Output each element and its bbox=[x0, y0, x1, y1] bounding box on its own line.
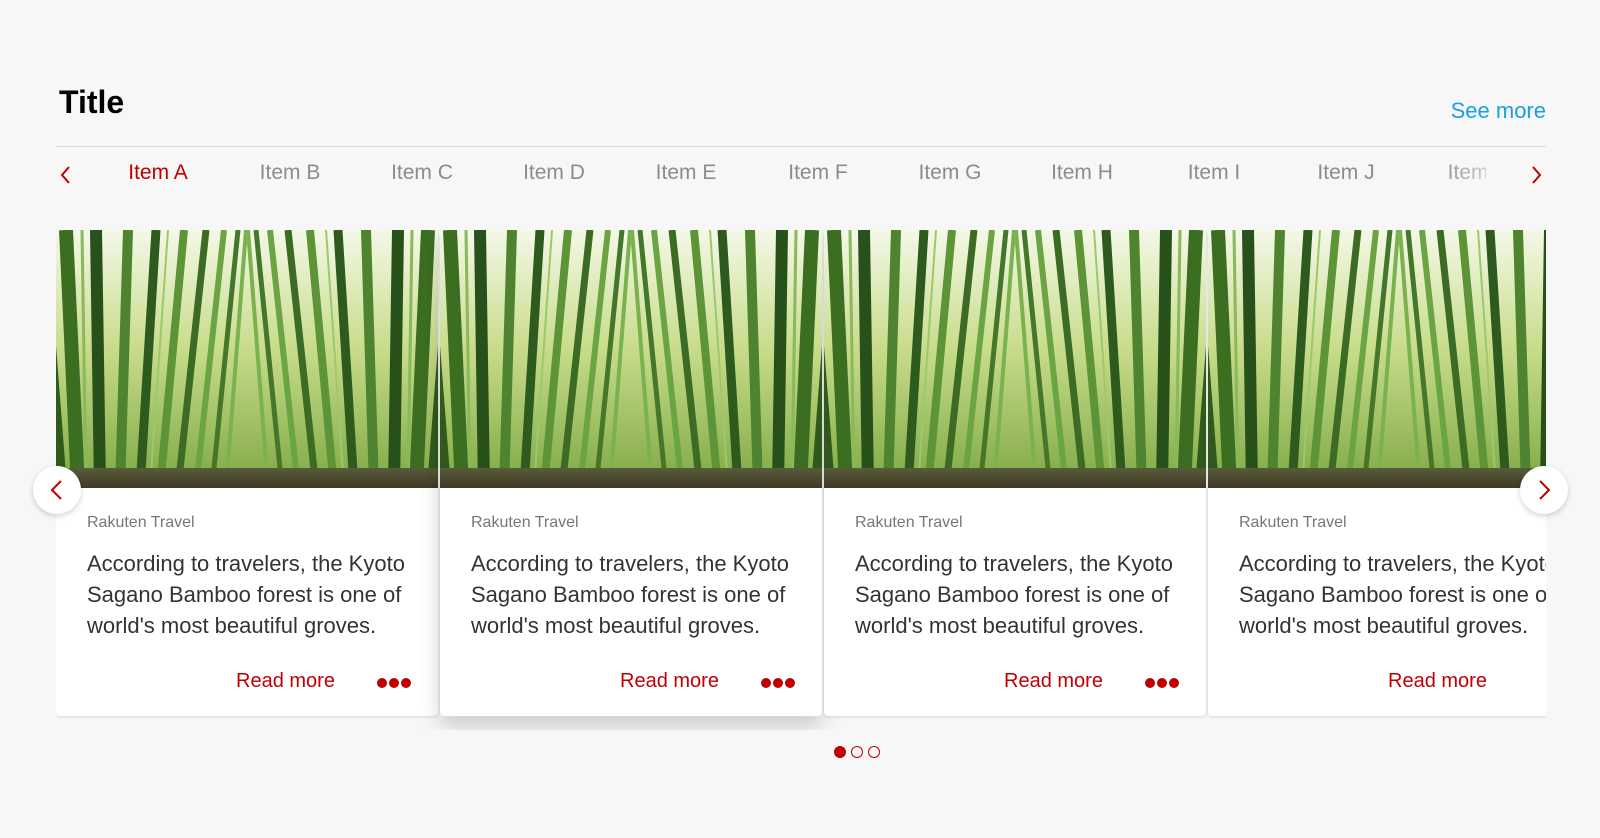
tab-item-d[interactable]: Item D bbox=[502, 147, 606, 201]
bamboo-forest-image bbox=[1208, 230, 1546, 488]
tab-item-k[interactable]: Item K bbox=[1426, 147, 1486, 201]
article-card[interactable]: Rakuten Travel According to travelers, th… bbox=[1208, 230, 1546, 716]
more-dots-icon[interactable] bbox=[1144, 676, 1180, 690]
tab-item-g[interactable]: Item G bbox=[898, 147, 1002, 201]
read-more-link[interactable]: Read more bbox=[1004, 670, 1103, 693]
card-description: According to travelers, the Kyoto Sagano… bbox=[471, 551, 789, 638]
category-tab-bar: Item A Item B Item C Item D Item E Item F Item… bbox=[56, 146, 1546, 201]
card-description: According to travelers, the Kyoto Sagano… bbox=[1239, 551, 1546, 638]
tabs-prev-button[interactable] bbox=[56, 165, 76, 185]
chevron-right-icon bbox=[1532, 166, 1542, 184]
tab-item-h[interactable]: Item H bbox=[1030, 147, 1134, 201]
card-source: Rakuten Travel bbox=[855, 514, 963, 531]
article-card[interactable]: Rakuten Travel According to travelers, th… bbox=[440, 230, 822, 716]
tab-item-e[interactable]: Item E bbox=[634, 147, 738, 201]
card-description: According to travelers, the Kyoto Sagano… bbox=[855, 551, 1173, 638]
tab-item-i[interactable]: Item I bbox=[1162, 147, 1266, 201]
tab-item-a[interactable]: Item A bbox=[106, 147, 210, 201]
card-carousel: Rakuten Travel According to travelers, th… bbox=[56, 230, 1546, 730]
read-more-link[interactable]: Read more bbox=[236, 670, 335, 693]
carousel-section: Title See more Item A Item B Item C Item DI… bbox=[56, 0, 1546, 838]
tab-item-f[interactable]: Item F bbox=[766, 147, 870, 201]
card-source: Rakuten Travel bbox=[471, 514, 579, 531]
tab-item-c[interactable]: Item C bbox=[370, 147, 474, 201]
bamboo-forest-image bbox=[824, 230, 1206, 488]
pagination-dot[interactable] bbox=[868, 746, 880, 758]
pagination-dot[interactable] bbox=[851, 746, 863, 758]
read-more-link[interactable]: Read more bbox=[620, 670, 719, 693]
chevron-left-icon bbox=[60, 166, 70, 184]
card-description: According to travelers, the Kyoto Sagano… bbox=[87, 551, 405, 638]
tabs-next-button[interactable] bbox=[1526, 165, 1546, 185]
pagination-dot[interactable] bbox=[834, 746, 846, 758]
card-source: Rakuten Travel bbox=[87, 514, 195, 531]
tab-item-j[interactable]: Item J bbox=[1294, 147, 1398, 201]
bamboo-forest-image bbox=[440, 230, 822, 488]
chevron-right-icon bbox=[1539, 480, 1551, 500]
more-dots-icon[interactable] bbox=[760, 676, 796, 690]
carousel-next-button[interactable] bbox=[1520, 466, 1568, 514]
article-card[interactable]: Rakuten Travel According to travelers, th… bbox=[824, 230, 1206, 716]
tab-item-b[interactable]: Item B bbox=[238, 147, 342, 201]
article-card[interactable]: Rakuten Travel According to travelers, th… bbox=[56, 230, 438, 716]
section-title: Title bbox=[59, 84, 125, 120]
card-source: Rakuten Travel bbox=[1239, 514, 1347, 531]
see-more-link[interactable]: See more bbox=[1451, 98, 1546, 124]
tab-list: Item A Item B Item C Item D Item E Item F Item… bbox=[106, 147, 1486, 201]
pagination-dots bbox=[834, 746, 880, 760]
read-more-link[interactable]: Read more bbox=[1388, 670, 1487, 693]
carousel-prev-button[interactable] bbox=[33, 466, 81, 514]
bamboo-forest-image bbox=[56, 230, 438, 488]
chevron-left-icon bbox=[50, 480, 62, 500]
more-dots-icon[interactable] bbox=[376, 676, 412, 690]
